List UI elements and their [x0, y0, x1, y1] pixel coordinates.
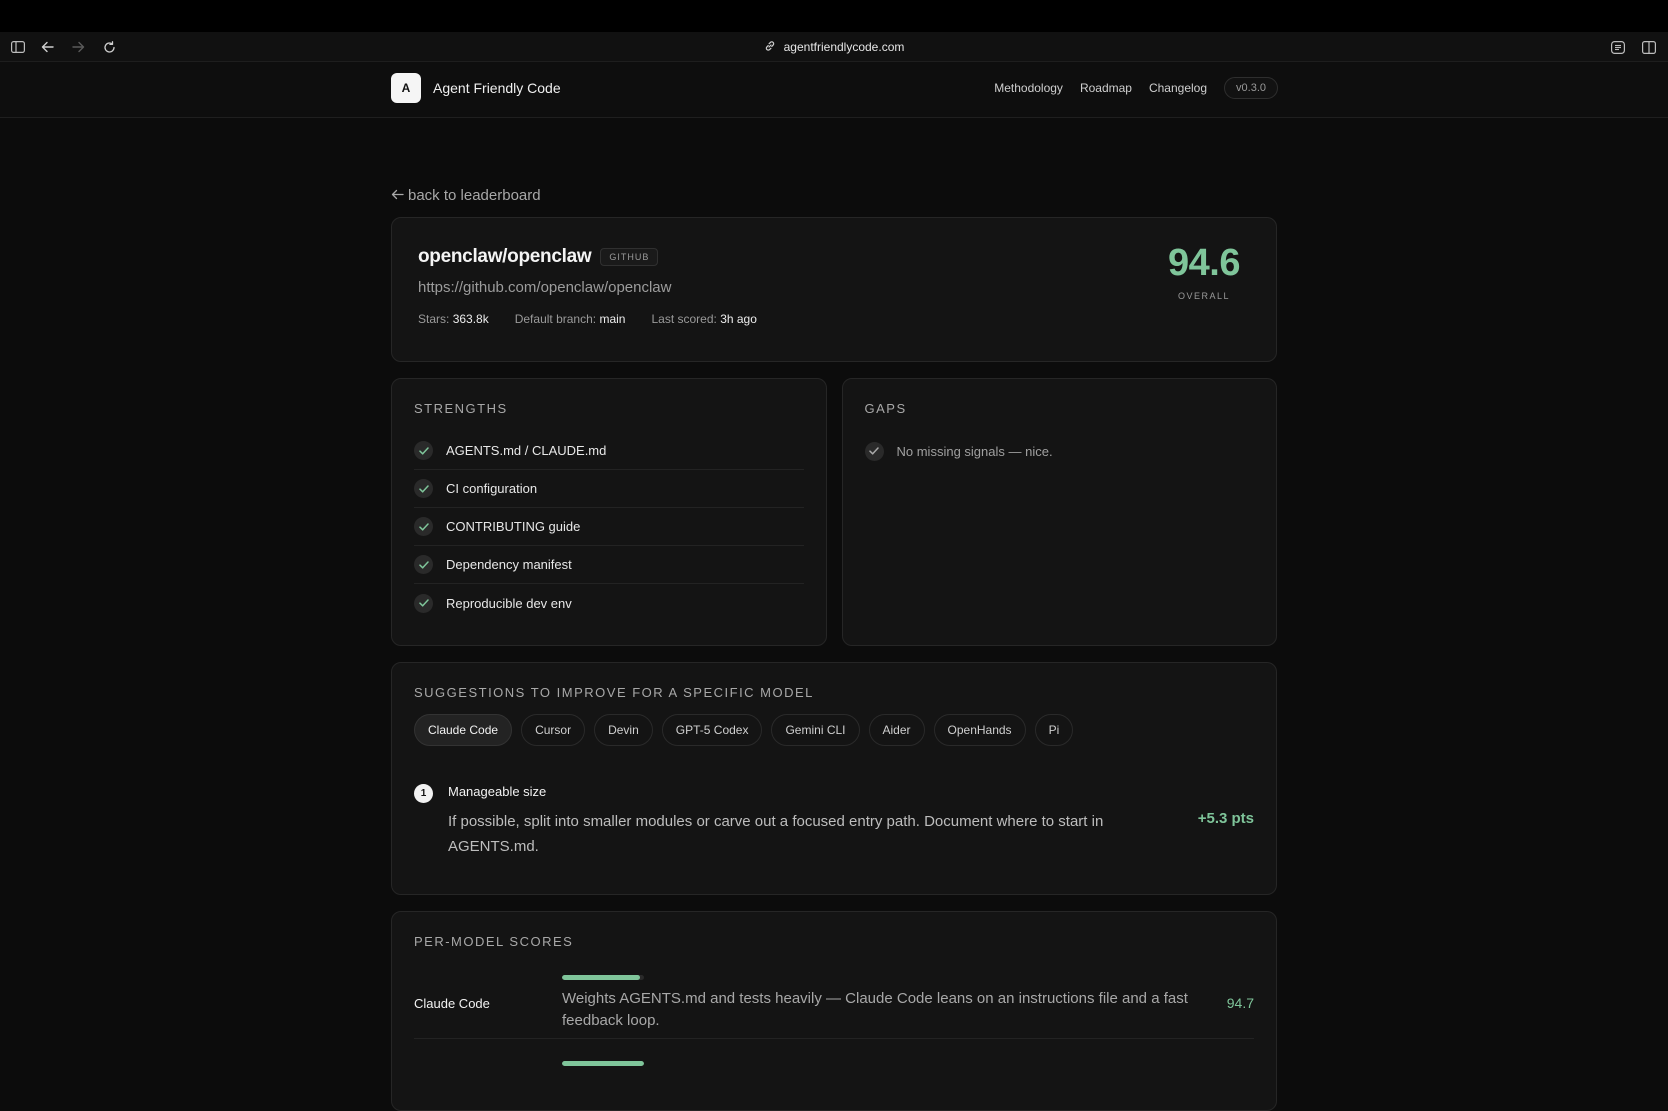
- list-item: AGENTS.md / CLAUDE.md: [414, 432, 804, 470]
- list-item: CI configuration: [414, 470, 804, 508]
- back-link-label: back to leaderboard: [408, 186, 541, 204]
- repo-url-link[interactable]: https://github.com/openclaw/openclaw: [418, 279, 1250, 296]
- suggestions-card: SUGGESTIONS TO IMPROVE FOR A SPECIFIC MO…: [391, 662, 1277, 895]
- check-icon: [414, 517, 433, 536]
- tab-claude-code[interactable]: Claude Code: [414, 714, 513, 746]
- tab-cursor[interactable]: Cursor: [521, 714, 586, 746]
- nav-changelog[interactable]: Changelog: [1149, 81, 1207, 95]
- gaps-card: GAPS No missing signals — nice.: [841, 378, 1277, 646]
- sidebar-icon[interactable]: [6, 32, 30, 62]
- list-item: CONTRIBUTING guide: [414, 508, 804, 546]
- brand-name: Agent Friendly Code: [433, 80, 561, 96]
- model-description: Weights AGENTS.md and tests heavily — Cl…: [562, 990, 1188, 1029]
- suggestion-item: 1 Manageable size If possible, split int…: [414, 784, 1254, 859]
- browser-toolbar: agentfriendlycode.com: [0, 32, 1668, 62]
- nav-roadmap[interactable]: Roadmap: [1080, 81, 1132, 95]
- list-item: Dependency manifest: [414, 546, 804, 584]
- tab-gemini-cli[interactable]: Gemini CLI: [771, 714, 860, 746]
- repo-card: openclaw/openclaw GITHUB https://github.…: [391, 217, 1277, 362]
- tab-openhands[interactable]: OpenHands: [933, 714, 1026, 746]
- main-content: back to leaderboard openclaw/openclaw GI…: [391, 180, 1277, 1111]
- gaps-title: GAPS: [864, 401, 907, 416]
- stars-meta: Stars: 363.8k: [418, 312, 489, 326]
- model-score: 94.7: [1226, 995, 1254, 1011]
- link-icon: [764, 40, 776, 55]
- split-view-icon[interactable]: [1637, 32, 1661, 62]
- nav-methodology[interactable]: Methodology: [994, 81, 1063, 95]
- tab-devin[interactable]: Devin: [594, 714, 653, 746]
- check-icon: [414, 441, 433, 460]
- back-arrow-icon[interactable]: [35, 32, 59, 62]
- suggestions-title: SUGGESTIONS TO IMPROVE FOR A SPECIFIC MO…: [414, 685, 814, 700]
- top-nav: Methodology Roadmap Changelog v0.3.0: [994, 77, 1278, 99]
- check-icon: [414, 555, 433, 574]
- back-to-leaderboard-link[interactable]: back to leaderboard: [391, 180, 1277, 210]
- strengths-list: AGENTS.md / CLAUDE.md CI configuration C…: [414, 432, 804, 622]
- per-model-title: PER-MODEL SCORES: [414, 934, 574, 949]
- list-item: Reproducible dev env: [414, 584, 804, 622]
- url-text[interactable]: agentfriendlycode.com: [784, 40, 905, 54]
- check-icon: [864, 441, 884, 461]
- brand-link[interactable]: A Agent Friendly Code: [391, 73, 561, 103]
- forward-arrow-icon[interactable]: [66, 32, 90, 62]
- overall-score-label: OVERALL: [1178, 291, 1231, 301]
- arrow-left-icon: [391, 187, 404, 204]
- repo-meta: Stars: 363.8k Default branch: main Last …: [418, 312, 1250, 326]
- branch-meta: Default branch: main: [514, 312, 626, 326]
- check-icon: [414, 479, 433, 498]
- score-bar-fill: [562, 1061, 644, 1066]
- site-header: A Agent Friendly Code Methodology Roadma…: [0, 62, 1668, 118]
- overall-score-value: 94.6: [1168, 242, 1240, 284]
- address-bar[interactable]: agentfriendlycode.com: [0, 32, 1668, 62]
- tab-pi[interactable]: Pi: [1034, 714, 1074, 746]
- check-icon: [414, 593, 433, 613]
- model-name: Claude Code: [414, 996, 490, 1011]
- tab-aider[interactable]: Aider: [868, 714, 925, 746]
- source-badge: GITHUB: [600, 248, 659, 266]
- window-top-bar: [0, 0, 1668, 32]
- model-tabs: Claude Code Cursor Devin GPT-5 Codex Gem…: [414, 714, 1254, 746]
- score-bar: [562, 975, 644, 980]
- logo: A: [391, 73, 421, 103]
- model-score-row: Claude Code Weights AGENTS.md and tests …: [414, 969, 1254, 1039]
- suggestion-number: 1: [414, 784, 433, 803]
- suggestion-points: +5.3 pts: [1197, 810, 1254, 827]
- overall-score: 94.6 OVERALL: [1168, 242, 1240, 301]
- score-bar-fill: [562, 975, 640, 980]
- next-model-score-row: [414, 1061, 1254, 1066]
- strengths-card: STRENGTHS AGENTS.md / CLAUDE.md CI confi…: [391, 378, 827, 646]
- gaps-list: No missing signals — nice.: [864, 432, 1255, 470]
- score-bar: [562, 1061, 644, 1066]
- reload-icon[interactable]: [97, 32, 121, 62]
- suggestion-title: Manageable size: [448, 784, 547, 799]
- suggestion-description: If possible, split into smaller modules …: [448, 813, 1104, 855]
- version-badge: v0.3.0: [1224, 77, 1278, 99]
- strengths-title: STRENGTHS: [414, 401, 508, 416]
- tab-gpt-5-codex[interactable]: GPT-5 Codex: [661, 714, 763, 746]
- per-model-scores-card: PER-MODEL SCORES Claude Code Weights AGE…: [391, 911, 1277, 1111]
- list-item: No missing signals — nice.: [864, 432, 1255, 470]
- repo-name: openclaw/openclaw: [418, 246, 592, 267]
- reader-icon[interactable]: [1606, 32, 1630, 62]
- last-scored-meta: Last scored: 3h ago: [651, 312, 757, 326]
